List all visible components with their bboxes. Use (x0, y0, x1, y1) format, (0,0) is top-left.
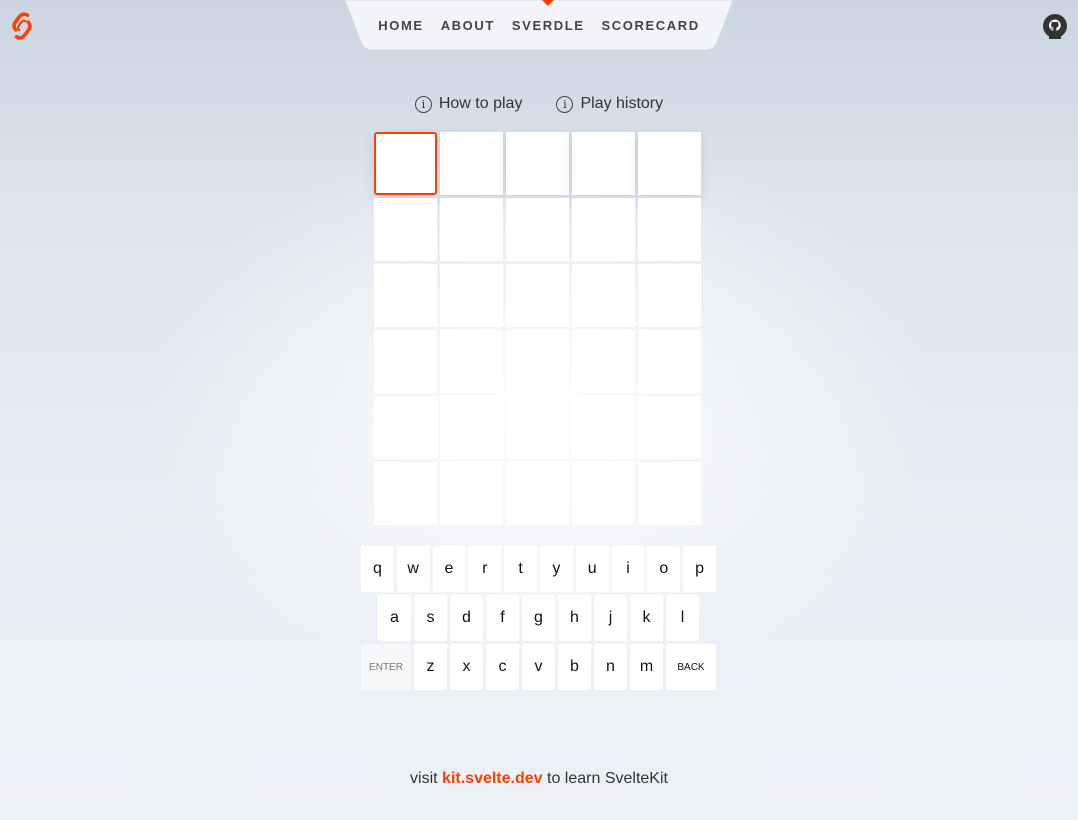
letter-tile[interactable] (374, 264, 437, 327)
play-history-link[interactable]: i Play history (556, 95, 663, 113)
info-icon: i (556, 95, 574, 113)
sveltekit-link[interactable]: kit.svelte.dev (442, 770, 543, 787)
letter-tile[interactable] (440, 462, 503, 525)
footer: visit kit.svelte.dev to learn SvelteKit (0, 770, 1078, 788)
letter-tile[interactable] (440, 330, 503, 393)
on-screen-keyboard: qwertyuiop asdfghjkl ENTER zxcvbnm BACK (361, 546, 716, 693)
letter-tile[interactable] (374, 198, 437, 261)
letter-tile[interactable] (440, 198, 503, 261)
key-y[interactable]: y (540, 546, 573, 592)
nav-item-scorecard[interactable]: SCORECARD (602, 18, 700, 33)
game-board (374, 132, 704, 528)
letter-tile[interactable] (374, 462, 437, 525)
key-w[interactable]: w (396, 546, 430, 592)
key-g[interactable]: g (522, 595, 555, 641)
letter-tile[interactable] (572, 264, 635, 327)
key-u[interactable]: u (575, 546, 609, 592)
nav-item-home[interactable]: HOME (378, 18, 423, 33)
key-q[interactable]: q (361, 546, 394, 592)
info-links: i How to play i Play history (0, 95, 1078, 113)
key-o[interactable]: o (647, 546, 681, 592)
letter-tile[interactable] (440, 396, 503, 459)
key-j[interactable]: j (594, 595, 627, 641)
letter-tile[interactable] (374, 396, 437, 459)
board-row (374, 330, 704, 393)
letter-tile[interactable] (638, 396, 701, 459)
letter-tile[interactable] (572, 396, 635, 459)
how-to-play-link[interactable]: i How to play (414, 95, 523, 113)
key-z[interactable]: z (414, 644, 447, 690)
letter-tile[interactable] (572, 462, 635, 525)
keyboard-row-2: asdfghjkl (361, 595, 716, 641)
letter-tile[interactable] (506, 462, 569, 525)
letter-tile[interactable] (374, 330, 437, 393)
letter-tile[interactable] (572, 132, 635, 195)
play-history-label: Play history (580, 95, 664, 112)
main-nav: HOME ABOUT SVERDLE SCORECARD (345, 0, 733, 50)
key-x[interactable]: x (450, 644, 483, 690)
key-f[interactable]: f (486, 595, 519, 641)
board-row (374, 462, 704, 525)
key-c[interactable]: c (486, 644, 519, 690)
nav-items: HOME ABOUT SVERDLE SCORECARD (345, 0, 733, 33)
footer-suffix: to learn SvelteKit (547, 770, 668, 787)
letter-tile[interactable] (506, 264, 569, 327)
key-v[interactable]: v (522, 644, 555, 690)
letter-tile[interactable] (638, 264, 701, 327)
github-icon[interactable] (1042, 13, 1068, 39)
letter-tile[interactable] (506, 330, 569, 393)
enter-key[interactable]: ENTER (361, 644, 411, 690)
key-i[interactable]: i (611, 546, 645, 592)
key-h[interactable]: h (558, 595, 591, 641)
back-key[interactable]: BACK (666, 644, 716, 690)
key-s[interactable]: s (414, 595, 447, 641)
key-b[interactable]: b (558, 644, 591, 690)
letter-tile[interactable] (440, 264, 503, 327)
keyboard-row-1: qwertyuiop (361, 546, 716, 592)
footer-prefix: visit (410, 770, 438, 787)
key-a[interactable]: a (378, 595, 411, 641)
key-d[interactable]: d (450, 595, 483, 641)
letter-tile[interactable] (440, 132, 503, 195)
key-r[interactable]: r (468, 546, 502, 592)
svelte-logo-icon[interactable] (8, 11, 36, 41)
letter-tile[interactable] (506, 132, 569, 195)
how-to-play-label: How to play (438, 95, 523, 112)
key-m[interactable]: m (630, 644, 663, 690)
board-row (374, 396, 704, 459)
nav-item-sverdle[interactable]: SVERDLE (512, 0, 585, 33)
key-p[interactable]: p (683, 546, 716, 592)
board-row (374, 198, 704, 261)
key-n[interactable]: n (594, 644, 627, 690)
board-row (374, 264, 704, 327)
letter-tile[interactable] (638, 198, 701, 261)
letter-tile[interactable] (638, 132, 701, 195)
letter-tile[interactable] (572, 330, 635, 393)
key-e[interactable]: e (432, 546, 466, 592)
letter-tile[interactable] (638, 330, 701, 393)
board-row (374, 132, 704, 195)
letter-tile[interactable] (506, 198, 569, 261)
key-k[interactable]: k (630, 595, 663, 641)
selected-tile[interactable] (374, 132, 437, 195)
nav-item-about[interactable]: ABOUT (441, 18, 495, 33)
letter-tile[interactable] (572, 198, 635, 261)
letter-tile[interactable] (638, 462, 701, 525)
key-l[interactable]: l (666, 595, 699, 641)
key-t[interactable]: t (504, 546, 537, 592)
keyboard-row-3: ENTER zxcvbnm BACK (361, 644, 716, 690)
info-icon: i (414, 95, 432, 113)
letter-tile[interactable] (506, 396, 569, 459)
